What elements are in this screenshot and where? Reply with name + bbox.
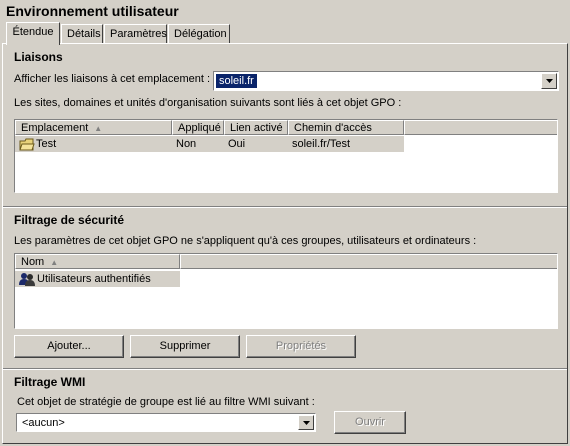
- column-header-location[interactable]: Emplacement ▲: [15, 120, 172, 135]
- tab-etendue[interactable]: Étendue: [6, 22, 60, 45]
- liaisons-description: Les sites, domaines et unités d'organisa…: [14, 97, 402, 109]
- chevron-down-icon[interactable]: [541, 73, 557, 89]
- group-name: Utilisateurs authentifiés: [37, 273, 151, 285]
- column-header-filler: [404, 120, 557, 135]
- column-header-link-enabled[interactable]: Lien activé: [224, 120, 288, 135]
- properties-button[interactable]: Propriétés: [246, 335, 356, 358]
- row-link-enabled: Oui: [224, 136, 288, 152]
- add-button[interactable]: Ajouter...: [14, 335, 124, 358]
- row-applied: Non: [172, 136, 224, 152]
- row-location: Test: [36, 138, 57, 150]
- wmi-filter-value: <aucun>: [22, 417, 65, 429]
- security-description: Les paramètres de cet objet GPO ne s'app…: [14, 235, 477, 247]
- list-item[interactable]: Utilisateurs authentifiés: [15, 271, 180, 287]
- liaisons-title: Liaisons: [14, 50, 63, 64]
- remove-button[interactable]: Supprimer: [130, 335, 240, 358]
- sort-up-icon: ▲: [94, 124, 103, 133]
- security-title: Filtrage de sécurité: [14, 213, 125, 227]
- users-group-icon: [19, 273, 35, 286]
- folder-icon: [19, 138, 35, 151]
- wmi-title: Filtrage WMI: [14, 375, 86, 389]
- divider: [3, 206, 567, 208]
- tab-details[interactable]: Détails: [61, 24, 103, 43]
- tab-parametres[interactable]: Paramètres: [104, 24, 167, 43]
- tab-delegation[interactable]: Délégation: [168, 24, 230, 43]
- wmi-filter-dropdown[interactable]: <aucun>: [16, 413, 316, 432]
- security-list[interactable]: Nom ▲ Utilisateurs authentifiés: [14, 253, 558, 329]
- divider: [3, 368, 567, 370]
- wmi-description: Cet objet de stratégie de groupe est lié…: [17, 396, 315, 408]
- column-header-path[interactable]: Chemin d'accès: [288, 120, 404, 135]
- chevron-down-icon[interactable]: [298, 415, 314, 430]
- links-list[interactable]: Emplacement ▲ Appliqué Lien activé Chemin…: [14, 119, 558, 193]
- location-value: soleil.fr: [216, 74, 257, 88]
- sort-up-icon: ▲: [50, 258, 59, 267]
- open-button[interactable]: Ouvrir: [334, 411, 406, 434]
- page-title: Environnement utilisateur: [6, 3, 179, 19]
- column-header-applied[interactable]: Appliqué: [172, 120, 224, 135]
- column-header-name[interactable]: Nom ▲: [15, 254, 180, 269]
- location-dropdown[interactable]: soleil.fr: [213, 71, 559, 91]
- column-header-filler: [180, 254, 557, 269]
- location-label: Afficher les liaisons à cet emplacement …: [14, 73, 211, 85]
- row-path: soleil.fr/Test: [288, 136, 404, 152]
